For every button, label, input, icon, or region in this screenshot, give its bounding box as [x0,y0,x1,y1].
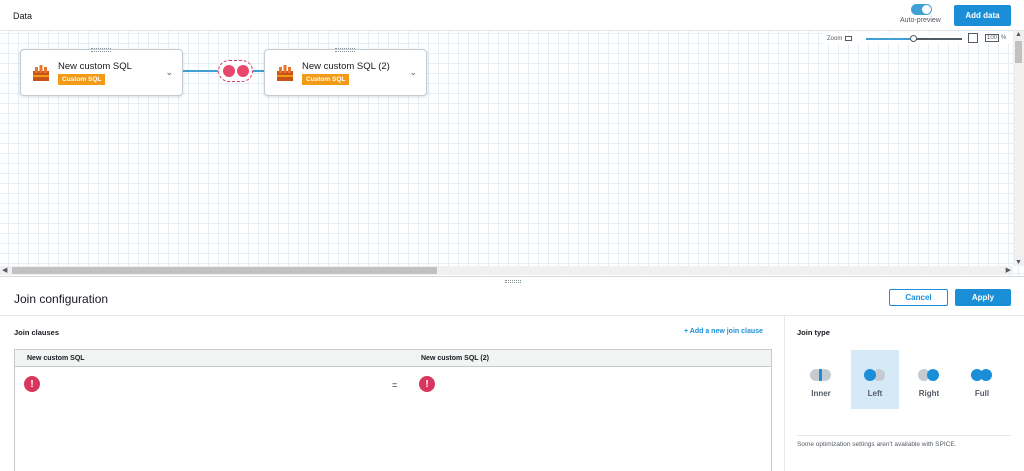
left-dataset-header: New custom SQL [27,355,85,362]
node-title: New custom SQL [58,61,132,72]
drag-handle-icon[interactable] [91,48,111,52]
scrollbar-thumb[interactable] [12,267,437,274]
cancel-button[interactable]: Cancel [889,289,948,306]
zoom-value[interactable]: 100 [985,34,999,42]
add-data-button[interactable]: Add data [954,5,1011,26]
zoom-slider-track-rest[interactable] [917,38,962,40]
table-header: New custom SQL New custom SQL (2) [15,350,771,367]
amazon-redshift-icon [277,65,293,81]
scroll-up-icon[interactable]: ▲ [1015,31,1022,38]
spice-note: Some optimization settings aren't availa… [797,441,957,448]
data-canvas[interactable]: Zoom 100 % New custom SQL Custom SQL ⌄ N… [0,31,1024,277]
join-badge[interactable] [218,60,253,82]
join-link-left [183,70,219,72]
join-clauses-table: New custom SQL New custom SQL (2) ! = ! [14,349,772,471]
right-field-error-icon[interactable]: ! [419,376,435,392]
zoom-unit: % [1001,35,1007,41]
custom-sql-tag: Custom SQL [302,74,350,85]
drag-handle-icon[interactable] [335,48,355,52]
top-header: Data Auto-preview Add data [0,0,1024,31]
join-circle-right [236,65,249,77]
join-type-title: Join type [797,328,830,337]
apply-button[interactable]: Apply [955,289,1011,306]
join-type-label: Inner [811,389,831,398]
left-join-icon [864,369,886,381]
auto-preview-label: Auto-preview [900,17,941,24]
zoom-control: Zoom 100 % [823,33,1013,44]
join-configuration-panel: Join configuration Cancel Apply Join cla… [0,285,1024,471]
join-type-full[interactable]: Full [958,350,1006,409]
join-clauses-title: Join clauses [14,328,60,337]
join-circle-left [222,65,235,77]
zoom-in-icon[interactable] [968,33,978,43]
divider [0,315,1024,316]
panel-title: Join configuration [14,292,109,306]
divider [797,435,1011,436]
join-type-label: Full [974,389,990,398]
custom-sql-tag: Custom SQL [58,74,106,85]
inner-join-icon [810,369,832,381]
zoom-slider-thumb[interactable] [910,35,917,42]
join-type-right[interactable]: Right [905,350,953,409]
node-title: New custom SQL (2) [302,61,390,72]
scrollbar-thumb[interactable] [1015,41,1022,63]
join-type-left[interactable]: Left [851,350,899,409]
join-type-label: Right [918,389,940,398]
header-title: Data [13,11,33,21]
zoom-label: Zoom [827,35,843,42]
full-join-icon [971,369,993,381]
join-type-inner[interactable]: Inner [797,350,845,409]
resize-grip-icon[interactable] [505,280,521,283]
join-type-label: Left [867,389,883,398]
chevron-down-icon[interactable]: ⌄ [409,67,417,78]
right-dataset-header: New custom SQL (2) [421,355,489,362]
horizontal-scrollbar[interactable]: ◀ ▶ [0,266,1013,275]
scroll-left-icon[interactable]: ◀ [2,266,7,274]
divider [784,316,785,471]
chevron-down-icon[interactable]: ⌄ [165,67,173,78]
dataset-node-2[interactable]: New custom SQL (2) Custom SQL ⌄ [264,48,427,96]
dataset-node-1[interactable]: New custom SQL Custom SQL ⌄ [20,48,183,96]
add-join-clause-link[interactable]: + Add a new join clause [684,328,763,335]
equals-operator: = [392,380,398,390]
zoom-out-icon[interactable] [845,36,853,41]
amazon-redshift-icon [33,65,49,81]
auto-preview-toggle[interactable] [911,4,932,15]
panel-resize-handle[interactable] [0,276,1024,285]
right-join-icon [918,369,940,381]
scroll-down-icon[interactable]: ▼ [1015,259,1022,266]
vertical-scrollbar[interactable]: ▲ ▼ [1013,31,1024,266]
scroll-right-icon[interactable]: ▶ [1006,266,1011,274]
join-link-right [252,70,264,72]
left-field-error-icon[interactable]: ! [24,376,40,392]
